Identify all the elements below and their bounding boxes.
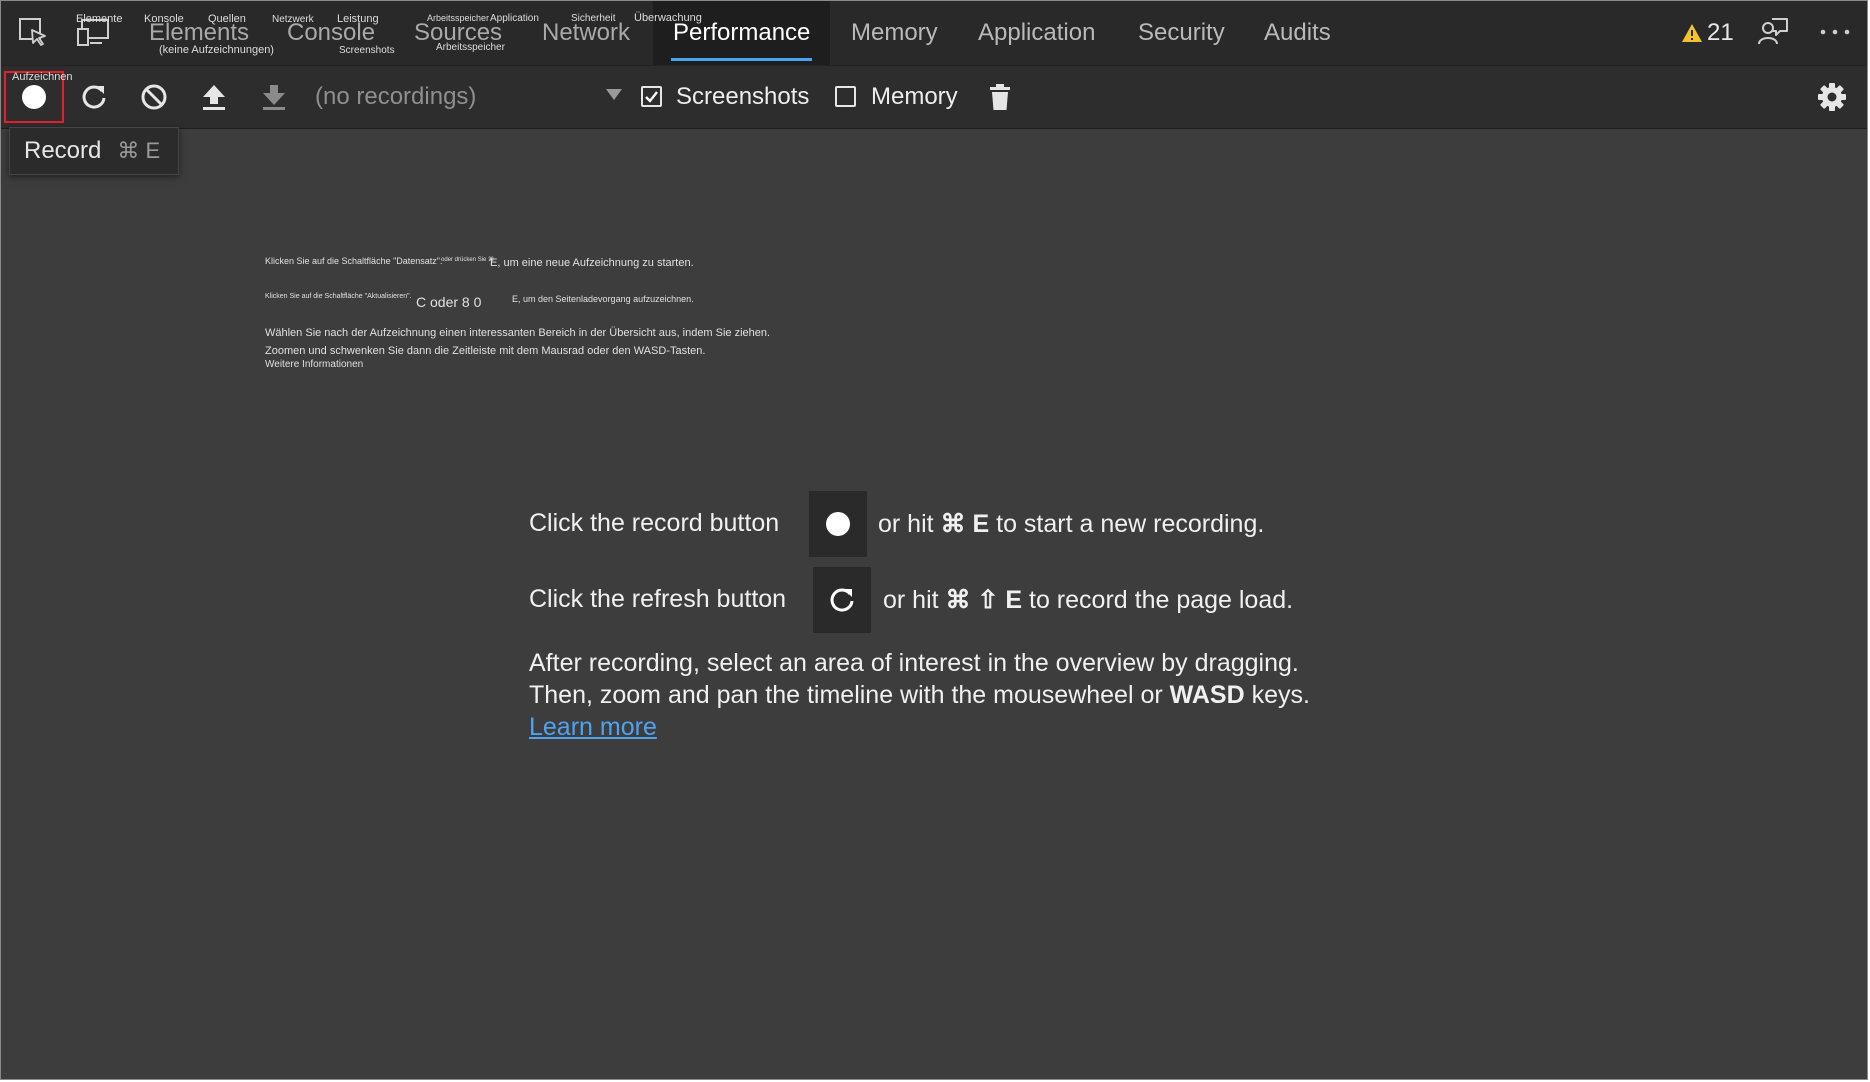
overlay-label: Quellen — [208, 13, 246, 25]
after-recording-text: After recording, select an area of inter… — [529, 649, 1299, 677]
tab-audits[interactable]: Audits — [1264, 1, 1331, 65]
tab-application[interactable]: Application — [978, 1, 1095, 65]
overlay-text: Wählen Sie nach der Aufzeichnung einen i… — [265, 327, 771, 339]
overlay-label: Sicherheit — [571, 13, 616, 24]
overlay-label: Elemente — [76, 13, 123, 25]
record-suffix-b: to start a new recording. — [996, 510, 1265, 538]
load-profile-button[interactable] — [196, 79, 232, 115]
save-profile-button[interactable] — [256, 79, 292, 115]
refresh-instruction: Click the refresh button — [529, 585, 786, 614]
overlay-text: Zoomen und schwenken Sie dann die Zeitle… — [265, 345, 706, 357]
overlay-text: Klicken Sie auf die Schaltfläche "Datens… — [265, 256, 443, 266]
warning-count: 21 — [1707, 19, 1734, 46]
feedback-icon[interactable] — [1755, 14, 1791, 50]
wasd-keys: WASD — [1169, 681, 1245, 709]
overlay-text: E, um eine neue Aufzeichnung zu starten. — [490, 257, 694, 269]
inspect-element-icon[interactable] — [15, 14, 51, 50]
overlay-label: Arbeitsspeicher — [436, 42, 505, 53]
record-instruction: Click the record button — [529, 509, 779, 538]
capture-settings-button[interactable] — [1814, 79, 1850, 115]
refresh-icon — [830, 588, 854, 612]
overlay-label: (keine Aufzeichnungen) — [159, 44, 274, 56]
tab-security[interactable]: Security — [1138, 1, 1225, 65]
overlay-label: Arbeitsspeicher — [427, 13, 490, 23]
clear-icon — [141, 84, 167, 110]
overlay-label: Application — [490, 13, 539, 24]
overlay-text: oder drücken Sie ⌘ — [441, 257, 495, 263]
overlay-label: Aufzeichnen — [12, 71, 73, 83]
warning-icon — [1682, 24, 1702, 42]
tab-sources[interactable]: Sources — [414, 1, 502, 65]
download-icon — [263, 85, 285, 110]
overlay-label: Netzwerk — [272, 14, 314, 25]
inline-record-button[interactable] — [809, 491, 867, 557]
refresh-icon — [82, 85, 106, 109]
tab-bar: Elements Console Sources Network Perform… — [1, 1, 1867, 66]
overlay-label: Leistung — [337, 13, 379, 25]
refresh-instruction-prefix: Click the refresh button — [529, 585, 787, 613]
refresh-instruction-suffix: or hit ⌘ ⇧ E to record the page load. — [883, 585, 1293, 615]
clear-button[interactable] — [136, 79, 172, 115]
upload-icon — [203, 85, 225, 110]
more-options-icon[interactable] — [1817, 14, 1853, 50]
recordings-select[interactable]: (no recordings) — [315, 66, 476, 128]
memory-label[interactable]: Memory — [871, 66, 958, 128]
record-instruction-suffix: or hit ⌘ E to start a new recording. — [878, 509, 1264, 539]
overlay-text: Klicken Sie auf die Schaltfläche "Aktual… — [265, 293, 412, 300]
tab-network[interactable]: Network — [542, 1, 630, 65]
inline-refresh-button[interactable] — [813, 567, 871, 633]
gear-icon — [1818, 83, 1846, 111]
tooltip-label: Record — [24, 137, 102, 164]
tab-memory[interactable]: Memory — [851, 1, 938, 65]
warnings-counter[interactable]: 21 — [1681, 17, 1734, 49]
screenshots-label[interactable]: Screenshots — [676, 66, 809, 128]
tab-performance[interactable]: Performance — [653, 1, 831, 65]
overlay-text: E, um den Seitenladevorgang aufzuzeichne… — [512, 294, 694, 304]
refresh-suffix-a: or hit — [883, 586, 939, 614]
refresh-shortcut: ⌘ ⇧ E — [945, 586, 1023, 614]
overlay-label: Konsole — [144, 13, 184, 25]
overlay-label: Screenshots — [339, 45, 395, 56]
zoom-pan-text-b: keys. — [1251, 681, 1310, 709]
record-suffix-a: or hit — [878, 510, 934, 538]
overlay-text: Weitere Informationen — [265, 359, 364, 370]
learn-more-link[interactable]: Learn more — [529, 713, 657, 742]
record-shortcut: ⌘ E — [940, 510, 990, 538]
record-icon — [826, 512, 850, 536]
trash-icon — [990, 84, 1010, 110]
chevron-down-icon[interactable] — [606, 89, 622, 100]
devtools-window: Elements Console Sources Network Perform… — [0, 0, 1868, 1080]
reload-record-button[interactable] — [76, 79, 112, 115]
screenshots-checkbox[interactable] — [641, 86, 662, 107]
refresh-suffix-b: to record the page load. — [1029, 586, 1294, 614]
record-instruction-prefix: Click the record button — [529, 509, 780, 537]
zoom-pan-text-a: Then, zoom and pan the timeline with the… — [529, 681, 1163, 709]
checkmark-icon — [645, 91, 658, 103]
collect-garbage-button[interactable] — [982, 79, 1018, 115]
overlay-text: C oder 8 0 — [416, 294, 482, 310]
tooltip-shortcut: ⌘ E — [117, 138, 161, 163]
record-tooltip: Record ⌘ E — [9, 127, 179, 175]
zoom-pan-text: Then, zoom and pan the timeline with the… — [529, 681, 1310, 710]
overlay-label: Überwachung — [634, 12, 702, 24]
memory-checkbox[interactable] — [835, 86, 856, 107]
